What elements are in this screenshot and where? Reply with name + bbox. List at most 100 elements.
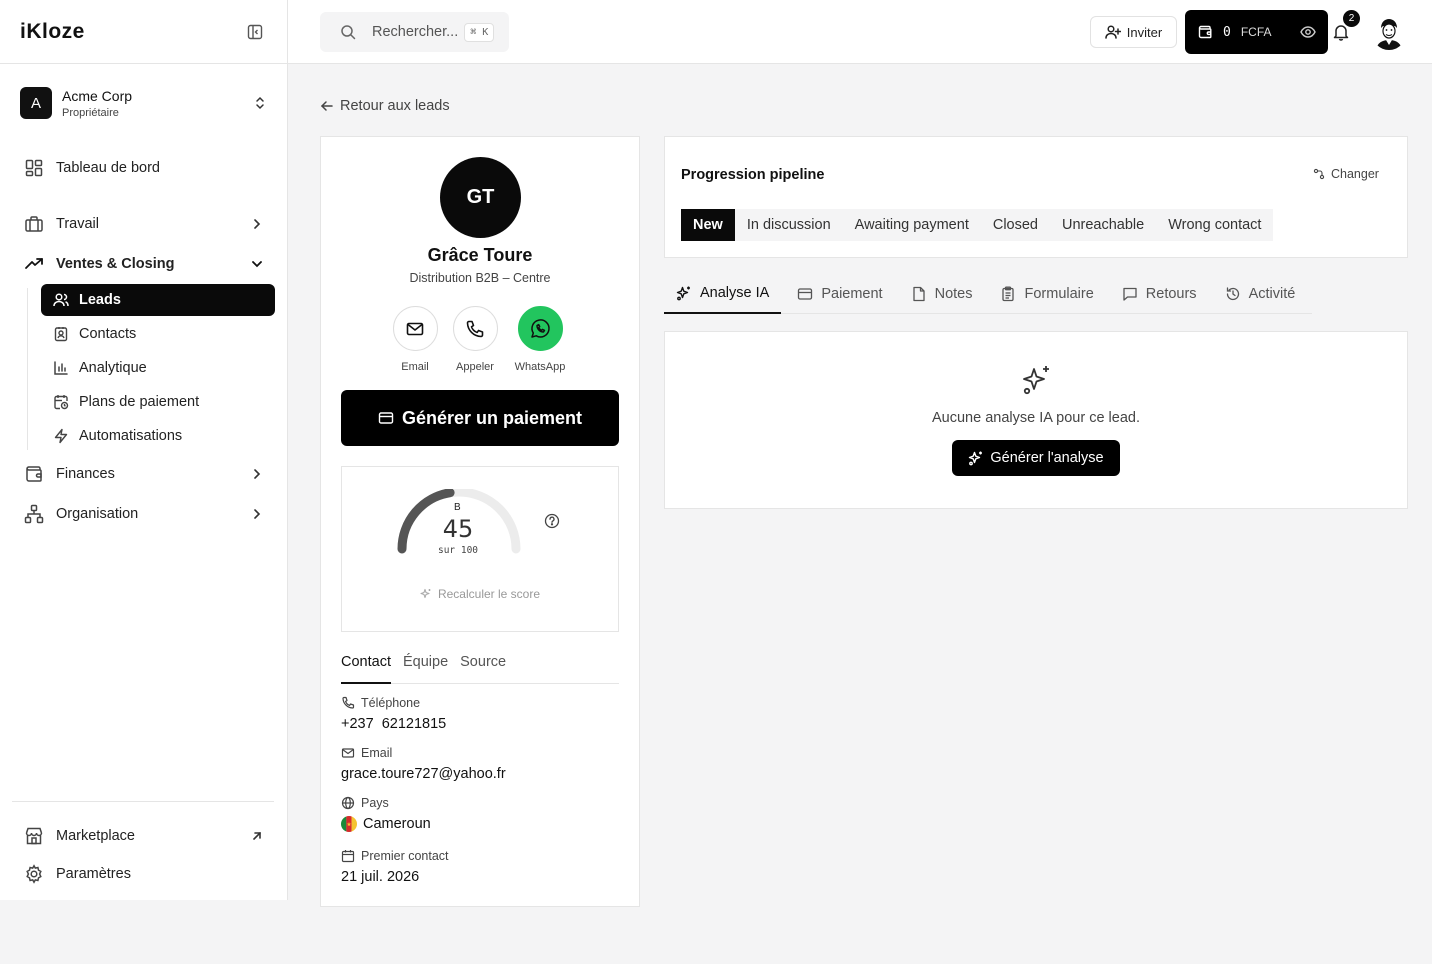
- stage-awaiting-payment[interactable]: Awaiting payment: [843, 209, 981, 241]
- tab-formulaire-label: Formulaire: [1024, 286, 1094, 302]
- stage-unreachable[interactable]: Unreachable: [1050, 209, 1156, 241]
- app-logo[interactable]: iKloze: [20, 20, 85, 44]
- sidebar-item-label: Ventes & Closing: [56, 256, 175, 272]
- sidebar-collapse-icon[interactable]: [247, 24, 263, 40]
- clipboard-list-icon: [1000, 286, 1016, 302]
- network-icon: [24, 504, 44, 524]
- stage-wrong-contact[interactable]: Wrong contact: [1156, 209, 1273, 241]
- sidebar-item-label: Paramètres: [56, 866, 131, 882]
- email-field-label: Email: [341, 746, 619, 760]
- back-to-leads-link[interactable]: Retour aux leads: [320, 96, 450, 116]
- recalculate-score-button[interactable]: Recalculer le score: [342, 587, 618, 601]
- tab-activite[interactable]: Activité: [1213, 274, 1308, 314]
- wallet-currency: FCFA: [1240, 25, 1272, 39]
- tab-formulaire[interactable]: Formulaire: [988, 274, 1105, 314]
- sidebar-item-marketplace[interactable]: Marketplace: [12, 820, 276, 852]
- file-icon: [911, 286, 927, 302]
- sidebar-item-analytique[interactable]: Analytique: [41, 352, 275, 384]
- phone-field: Téléphone +237 62121815: [341, 696, 619, 732]
- sidebar-item-label: Tableau de bord: [56, 160, 160, 176]
- stage-in-discussion[interactable]: In discussion: [735, 209, 843, 241]
- first-contact-field-label: Premier contact: [341, 849, 619, 863]
- briefcase-icon: [24, 214, 44, 234]
- tab-equipe[interactable]: Équipe: [403, 654, 448, 684]
- chevron-down-icon: [250, 257, 264, 271]
- calendar-clock-icon: [53, 394, 69, 410]
- phone-icon: [341, 696, 355, 710]
- tab-paiement[interactable]: Paiement: [785, 274, 894, 314]
- sidebar-item-label: Plans de paiement: [79, 394, 200, 410]
- ai-analysis-panel: Aucune analyse IA pour ce lead. Générer …: [664, 331, 1408, 509]
- store-icon: [24, 826, 44, 846]
- first-contact-label-text: Premier contact: [361, 849, 449, 863]
- user-avatar[interactable]: [1372, 16, 1406, 50]
- tab-contact[interactable]: Contact: [341, 654, 391, 684]
- call-action-button[interactable]: [452, 306, 498, 351]
- generate-analysis-button[interactable]: Générer l'analyse: [952, 440, 1120, 476]
- country-field: Pays Cameroun: [341, 796, 619, 832]
- history-icon: [1225, 286, 1241, 302]
- org-switcher[interactable]: A Acme Corp Propriétaire: [0, 83, 287, 123]
- back-label: Retour aux leads: [340, 98, 450, 114]
- invite-button[interactable]: Inviter: [1090, 16, 1177, 48]
- chevron-right-icon: [250, 217, 264, 231]
- phone-field-label: Téléphone: [341, 696, 619, 710]
- stage-new[interactable]: New: [681, 209, 735, 241]
- sidebar-item-dashboard[interactable]: Tableau de bord: [12, 152, 276, 184]
- sidebar-item-parametres[interactable]: Paramètres: [12, 858, 276, 890]
- bar-chart-icon: [53, 360, 69, 376]
- layout-dashboard-icon: [24, 158, 44, 178]
- tab-paiement-label: Paiement: [821, 286, 883, 302]
- tab-notes[interactable]: Notes: [899, 274, 985, 314]
- help-circle-icon[interactable]: [544, 513, 560, 529]
- sidebar-item-travail[interactable]: Travail: [12, 208, 276, 240]
- generate-payment-button[interactable]: Générer un paiement: [341, 390, 619, 446]
- lead-company: Distribution B2B – Centre: [409, 271, 551, 285]
- call-action[interactable]: Appeler: [440, 306, 510, 373]
- tab-retours[interactable]: Retours: [1110, 274, 1209, 314]
- lead-name: Grâce Toure: [427, 245, 533, 265]
- org-role: Propriétaire: [62, 106, 119, 119]
- sidebar-item-organisation[interactable]: Organisation: [12, 498, 276, 530]
- cameroon-flag-icon: [341, 816, 357, 832]
- mail-icon: [405, 319, 425, 339]
- eye-icon[interactable]: [1300, 24, 1316, 40]
- sidebar-item-label: Finances: [56, 466, 115, 482]
- first-contact-field: Premier contact 21 juil. 2026: [341, 849, 619, 885]
- country-field-label: Pays: [341, 796, 619, 810]
- search-input[interactable]: Rechercher... ⌘ K: [320, 12, 509, 52]
- wallet-balance[interactable]: 0 FCFA: [1185, 10, 1328, 54]
- sidebar-item-leads[interactable]: Leads: [41, 284, 275, 316]
- sidebar-item-finances[interactable]: Finances: [12, 458, 276, 490]
- credit-card-icon: [797, 286, 813, 302]
- search-shortcut: ⌘ K: [464, 22, 495, 42]
- sidebar-item-plans-paiement[interactable]: Plans de paiement: [41, 386, 275, 418]
- ai-empty-text: Aucune analyse IA pour ce lead.: [932, 410, 1140, 426]
- pipeline-stages: New In discussion Awaiting payment Close…: [681, 209, 1274, 241]
- lead-profile-card: GT Grâce Toure Distribution B2B – Centre…: [320, 136, 640, 907]
- sidebar-item-label: Analytique: [79, 360, 147, 376]
- sidebar-item-label: Travail: [56, 216, 99, 232]
- sidebar-item-ventes[interactable]: Ventes & Closing: [12, 248, 276, 280]
- message-square-icon: [1122, 286, 1138, 302]
- email-field: Email grace.toure727@yahoo.fr: [341, 746, 619, 782]
- country-value: Cameroun: [363, 816, 431, 832]
- sidebar-item-automatisations[interactable]: Automatisations: [41, 420, 275, 452]
- sparkles-icon: [1021, 364, 1053, 396]
- whatsapp-action[interactable]: WhatsApp: [505, 306, 575, 373]
- invite-label: Inviter: [1126, 24, 1163, 40]
- whatsapp-action-button[interactable]: [517, 306, 563, 351]
- mail-icon: [341, 746, 355, 760]
- sidebar-item-label: Contacts: [79, 326, 137, 342]
- wallet-icon: [24, 464, 44, 484]
- email-action-button[interactable]: [392, 306, 438, 351]
- change-stage-button[interactable]: Changer: [1313, 167, 1379, 181]
- sidebar-item-label: Marketplace: [56, 828, 135, 844]
- wallet-amount: 0: [1223, 24, 1231, 40]
- tab-source[interactable]: Source: [460, 654, 506, 684]
- globe-icon: [341, 796, 355, 810]
- stage-closed[interactable]: Closed: [981, 209, 1050, 241]
- tab-analyse-ia[interactable]: Analyse IA: [664, 274, 782, 314]
- chevron-right-icon: [250, 507, 264, 521]
- sidebar-item-contacts[interactable]: Contacts: [41, 318, 275, 350]
